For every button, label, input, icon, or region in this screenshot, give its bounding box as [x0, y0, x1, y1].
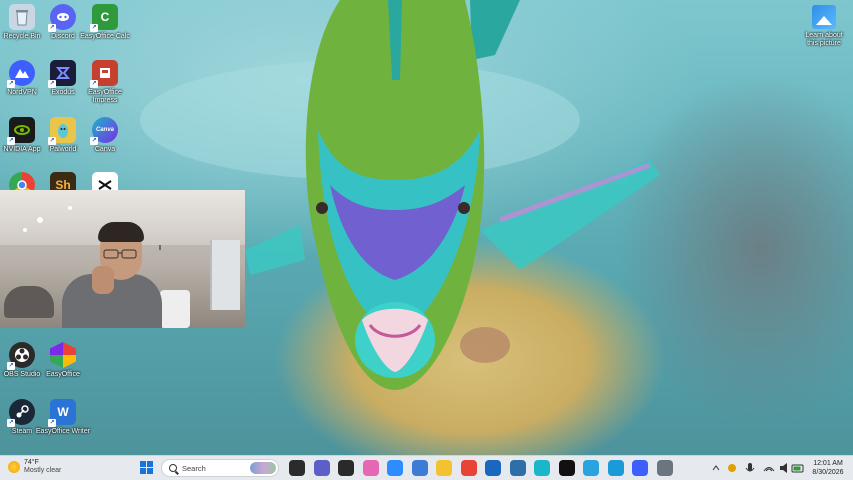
outlook-icon[interactable] [485, 460, 501, 476]
app-icon[interactable] [509, 460, 526, 476]
taskbar-clock[interactable]: 12:01 AM 8/30/2026 [806, 459, 850, 477]
easyoffice-calc-icon: C ↗ [90, 4, 118, 32]
canva-icon[interactable] [534, 460, 550, 476]
easyoffice-calc-shortcut[interactable]: C ↗ EasyOffice Calc [79, 4, 131, 41]
nordvpn-icon: ↗ [7, 60, 35, 88]
app-icon[interactable] [338, 460, 354, 476]
clock-time: 12:01 AM [813, 460, 843, 467]
microphone-icon [748, 463, 752, 471]
copilot-icon[interactable] [362, 460, 379, 476]
weather-temp: 74°F [24, 459, 39, 466]
sun-icon [8, 461, 20, 473]
writer-glyph: W [57, 405, 69, 419]
taskbar-search[interactable]: Search [161, 459, 279, 477]
volume-icon [780, 463, 787, 473]
canva-shortcut[interactable]: Canva ↗ Canva [79, 117, 131, 154]
shortcut-arrow-icon: ↗ [48, 137, 56, 145]
settings-icon[interactable] [656, 460, 673, 476]
canva-label: Canva [94, 146, 116, 153]
windows-logo-tile [140, 461, 146, 467]
zoom-icon[interactable] [387, 460, 403, 476]
picture-icon [812, 5, 836, 29]
easyoffice-shortcut[interactable]: EasyOffice [37, 342, 89, 379]
easyoffice-impress-icon: ↗ [90, 60, 118, 88]
exodus-icon: ↗ [48, 60, 76, 88]
tray-app-icon [728, 464, 736, 472]
shortcut-arrow-icon: ↗ [90, 137, 98, 145]
discord-icon: ↗ [48, 4, 76, 32]
easyoffice-writer-label: EasyOffice Writer [35, 428, 91, 435]
learn-about-picture-shortcut[interactable]: Learn about this picture [802, 5, 846, 48]
search-placeholder: Search [182, 463, 206, 473]
shortcut-arrow-icon: ↗ [48, 419, 56, 427]
easyoffice-writer-icon: W ↗ [48, 399, 76, 427]
calc-glyph: C [100, 10, 110, 24]
easyoffice-icon [50, 342, 76, 368]
start-button[interactable] [140, 461, 153, 474]
learn-about-picture-label: Learn about this picture [805, 32, 843, 47]
windows-logo-tile [147, 468, 153, 474]
search-highlight-icon [250, 462, 276, 474]
capcut-icon[interactable] [558, 460, 575, 476]
weather-widget[interactable]: 74°F Mostly clear [8, 459, 61, 475]
shortcut-arrow-icon: ↗ [7, 419, 15, 427]
easyoffice-calc-label: EasyOffice Calc [80, 33, 130, 40]
taskbar: 74°F Mostly clear Search 12:01 AM 8/30/2… [0, 455, 853, 480]
shortcut-arrow-icon: ↗ [7, 137, 15, 145]
shortcut-arrow-icon: ↗ [7, 80, 15, 88]
search-icon [169, 464, 177, 472]
shortcut-arrow-icon: ↗ [48, 24, 56, 32]
obs-studio-icon: ↗ [7, 342, 35, 370]
nvidia-icon: ↗ [7, 117, 35, 145]
canva-icon: Canva ↗ [90, 117, 118, 145]
shortcut-arrow-icon: ↗ [7, 362, 15, 370]
windows-logo-tile [140, 468, 146, 474]
shortcut-arrow-icon: ↗ [90, 24, 98, 32]
chevron-up-icon [712, 465, 720, 471]
recycle-bin-glyph-icon [9, 4, 35, 30]
canva-glyph: Canva [95, 127, 114, 133]
nordvpn-icon[interactable] [632, 460, 648, 476]
telegram-icon[interactable] [583, 460, 599, 476]
webcam-person-glasses-icon [92, 249, 137, 294]
teams-icon[interactable] [313, 460, 330, 476]
clock-date: 8/30/2026 [812, 469, 844, 476]
task-view-icon[interactable] [289, 460, 305, 476]
easyoffice-impress-label: EasyOffice Impress [88, 89, 122, 104]
system-tray [712, 463, 804, 473]
windows-logo-tile [147, 461, 153, 467]
file-explorer-icon[interactable] [436, 460, 452, 476]
weather-condition: Mostly clear [24, 467, 62, 474]
easyoffice-label: EasyOffice [46, 371, 80, 378]
edge-icon[interactable] [607, 460, 624, 476]
easyoffice-impress-shortcut[interactable]: ↗ EasyOffice Impress [79, 60, 131, 105]
chrome-icon[interactable] [460, 460, 477, 476]
webcam-overlay [0, 190, 245, 328]
shortcut-arrow-icon: ↗ [90, 80, 98, 88]
shortcut-arrow-icon: ↗ [48, 80, 56, 88]
easyoffice-writer-shortcut[interactable]: W ↗ EasyOffice Writer [36, 399, 90, 436]
snipping-icon[interactable] [411, 460, 428, 476]
palworld-icon: ↗ [48, 117, 76, 145]
steam-icon: ↗ [7, 399, 35, 427]
